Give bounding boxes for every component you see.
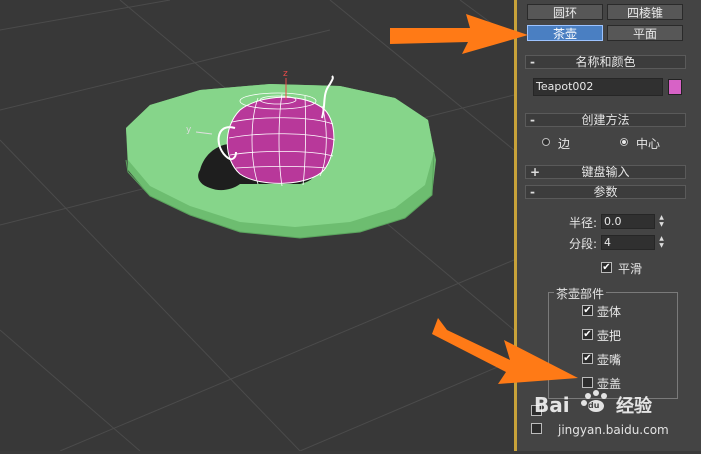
- baidu-jingyan-watermark: Bai du 经验 jingyan.baidu.com: [530, 372, 701, 451]
- watermark-paw-text: du: [588, 401, 600, 410]
- watermark-url: jingyan.baidu.com: [557, 423, 669, 437]
- baidu-watermark-logo: Bai du 经验 jingyan.baidu.com: [534, 390, 669, 437]
- watermark-text: 经验: [616, 395, 653, 417]
- watermark-brand: Bai: [534, 393, 570, 417]
- arrow-to-teapot-button: [390, 14, 528, 54]
